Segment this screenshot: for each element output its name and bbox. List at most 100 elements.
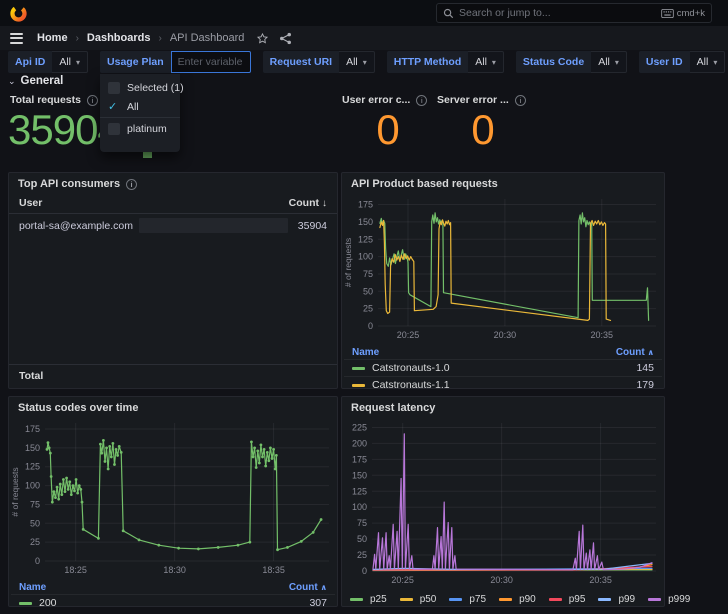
variable-value-dropdown[interactable]: All ▾: [689, 51, 726, 73]
variable-value-dropdown[interactable]: All ▾: [591, 51, 627, 73]
info-icon[interactable]: i: [514, 94, 526, 106]
variable-value-dropdown[interactable]: All ▾: [52, 51, 89, 73]
variable-value-dropdown[interactable]: All ▾: [339, 51, 375, 73]
time-series-chart[interactable]: 0 25 50 75 100 125 150 175 18:25 18:30 18:35 # of r…: [9, 417, 337, 581]
usage-plan-input[interactable]: [170, 51, 251, 73]
panel-title[interactable]: Top API consumers i: [9, 173, 337, 193]
legend-item[interactable]: Catstronauts-1.0 145: [344, 359, 662, 376]
count-cell: 35904: [297, 219, 327, 232]
variable-http-method: HTTP Method All ▾: [386, 51, 504, 73]
legend-item[interactable]: p95: [548, 594, 585, 605]
legend-item[interactable]: p75: [449, 594, 486, 605]
stat-value: 0: [376, 106, 399, 153]
svg-text:125: 125: [352, 486, 367, 496]
menu-icon[interactable]: [10, 32, 23, 44]
divider: [100, 117, 181, 118]
svg-text:# of requests: # of requests: [10, 467, 20, 516]
svg-text:175: 175: [352, 454, 367, 464]
svg-text:75: 75: [363, 269, 373, 279]
chart-legend: p25 p50 p75 p90 p95 p99 p999: [342, 591, 690, 611]
time-series-chart[interactable]: 0 25 50 75 100 125 150 175 20:25 20:30 20:35 # of r…: [342, 193, 664, 346]
legend-item[interactable]: p90: [499, 594, 536, 605]
svg-text:50: 50: [363, 286, 373, 296]
variable-usage-plan: Usage Plan Selected (1) ✓ All platinum: [100, 51, 251, 152]
legend-header-count[interactable]: Count ∧: [616, 347, 654, 358]
checkmark-icon[interactable]: ✓: [108, 101, 120, 113]
svg-text:150: 150: [25, 443, 40, 453]
panel-request-latency: Request latency 0 25 50 75 100 125 150 175 200 22…: [341, 396, 690, 607]
svg-text:20:30: 20:30: [490, 575, 513, 585]
legend-item[interactable]: p50: [399, 594, 436, 605]
stat-title: Server error ...: [437, 94, 509, 106]
keyboard-shortcut: cmd+k: [660, 8, 705, 19]
dropdown-option-platinum[interactable]: platinum: [100, 119, 180, 138]
table-row[interactable]: portal-sa@example.com 35904: [9, 214, 337, 237]
chart-legend: Name Count ∧ 200 307: [9, 581, 337, 611]
legend-item[interactable]: Catstronauts-1.1 179: [344, 376, 662, 393]
svg-text:25: 25: [363, 304, 373, 314]
svg-text:100: 100: [352, 502, 367, 512]
chevron-down-icon: ▾: [713, 57, 718, 67]
column-header-count[interactable]: Count ↓: [289, 197, 327, 209]
info-icon[interactable]: i: [416, 94, 428, 106]
section-general[interactable]: ⌄ General: [8, 72, 63, 90]
panel-title[interactable]: Status codes over time: [9, 397, 337, 417]
svg-text:0: 0: [362, 566, 367, 576]
grafana-dashboard: cmd+k Home › Dashboards › API Dashboard …: [0, 0, 728, 614]
variable-api-id: Api ID All ▾: [8, 51, 89, 73]
chevron-right-icon: ›: [158, 32, 162, 44]
panel-title[interactable]: API Product based requests: [342, 173, 664, 193]
column-header-user[interactable]: User: [19, 197, 42, 209]
svg-text:0: 0: [368, 321, 373, 331]
svg-text:50: 50: [30, 518, 40, 528]
legend-item[interactable]: p25: [350, 594, 387, 605]
legend-item[interactable]: 200 307: [11, 594, 335, 611]
search-input[interactable]: [459, 7, 656, 19]
series-color-swatch: [548, 598, 562, 601]
svg-text:25: 25: [30, 537, 40, 547]
chevron-down-icon: ▾: [76, 57, 81, 67]
legend-item[interactable]: p999: [648, 594, 690, 605]
stat-value: 0: [471, 106, 494, 153]
panel-api-product-requests: API Product based requests 0 25 50 75 100 125…: [341, 172, 665, 391]
legend-header-name[interactable]: Name: [19, 582, 46, 593]
chevron-right-icon: ›: [75, 32, 79, 44]
variable-user-id: User ID All ▾: [638, 51, 726, 73]
legend-header-count[interactable]: Count ∧: [289, 582, 327, 593]
breadcrumb-home[interactable]: Home: [37, 32, 68, 44]
table-footer-total: Total: [9, 364, 337, 388]
keyboard-icon: [660, 8, 674, 18]
dropdown-option-all[interactable]: ✓ All: [100, 97, 180, 116]
series-color-swatch: [350, 598, 363, 601]
svg-text:18:35: 18:35: [262, 565, 285, 575]
svg-text:150: 150: [358, 217, 373, 227]
star-icon[interactable]: [256, 32, 269, 45]
legend-item[interactable]: p99: [598, 594, 635, 605]
checkbox-icon[interactable]: [108, 81, 121, 94]
panel-title[interactable]: Request latency: [342, 397, 664, 417]
chevron-down-icon: ▾: [362, 57, 367, 67]
share-icon[interactable]: [279, 32, 292, 45]
svg-text:100: 100: [358, 252, 373, 262]
legend-header-name[interactable]: Name: [352, 347, 379, 358]
svg-text:20:25: 20:25: [397, 330, 420, 340]
variable-label: Api ID: [8, 51, 53, 73]
grafana-logo[interactable]: [10, 4, 27, 22]
dropdown-option-selected[interactable]: Selected (1): [100, 78, 184, 97]
time-series-chart[interactable]: 0 25 50 75 100 125 150 175 200 225 20:25 20:30 20:35: [342, 417, 664, 591]
series-color-swatch: [648, 598, 662, 601]
sort-asc-icon: ∧: [320, 583, 328, 592]
svg-text:175: 175: [25, 424, 40, 434]
breadcrumb-dashboards[interactable]: Dashboards: [87, 32, 151, 44]
stat-title: Total requests: [10, 94, 81, 106]
info-icon[interactable]: i: [126, 178, 138, 190]
svg-text:175: 175: [358, 200, 373, 210]
variable-status-code: Status Code All ▾: [515, 51, 627, 73]
svg-text:0: 0: [35, 556, 40, 566]
stat-server-errors: Server error ... i 0: [435, 92, 530, 166]
section-title: General: [20, 75, 64, 87]
checkbox-icon[interactable]: [108, 122, 121, 135]
variable-value-dropdown[interactable]: All ▾: [468, 51, 504, 73]
series-color-swatch: [499, 598, 513, 601]
info-icon[interactable]: i: [87, 94, 98, 106]
